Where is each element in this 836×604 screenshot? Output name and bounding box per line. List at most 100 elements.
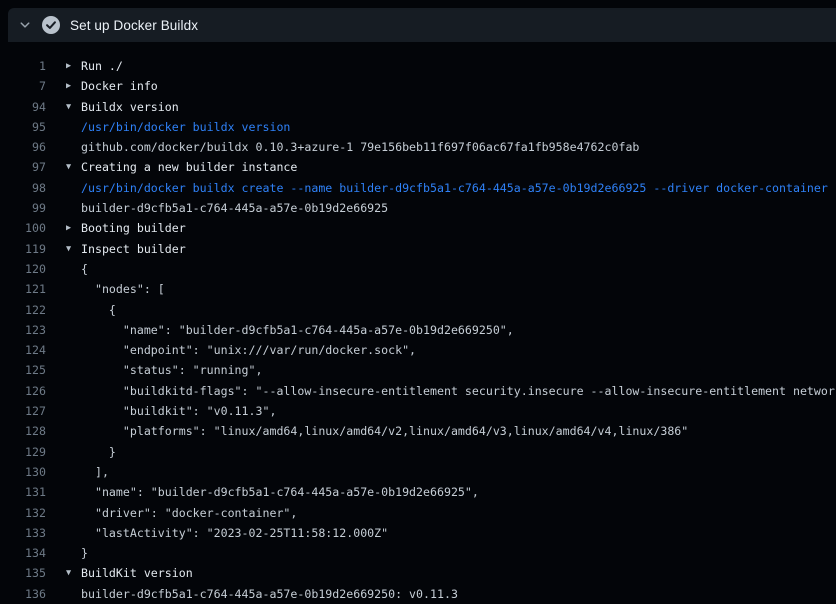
log-line-text: } (81, 543, 88, 563)
log-line[interactable]: 1 ▶ Run ./ (0, 56, 836, 76)
indent-spacer (66, 320, 81, 340)
indent-spacer (66, 482, 81, 502)
group-expanded-triangle-icon[interactable]: ▼ (66, 157, 81, 177)
log-line-text: "buildkitd-flags": "--allow-insecure-ent… (81, 381, 836, 401)
log-line: 98 /usr/bin/docker buildx create --name … (0, 178, 836, 198)
log-line-text: builder-d9cfb5a1-c764-445a-a57e-0b19d2e6… (81, 198, 388, 218)
step-header[interactable]: Set up Docker Buildx (8, 8, 836, 42)
log-line: 133 "lastActivity": "2023-02-25T11:58:12… (0, 523, 836, 543)
log-line: 127 "buildkit": "v0.11.3", (0, 401, 836, 421)
log-line-text: Buildx version (81, 97, 179, 117)
log-line[interactable]: 7 ▶ Docker info (0, 76, 836, 96)
log-line: 128 "platforms": "linux/amd64,linux/amd6… (0, 421, 836, 441)
line-number[interactable]: 94 (0, 97, 46, 117)
indent-spacer (66, 584, 81, 604)
line-number[interactable]: 98 (0, 178, 46, 198)
chevron-down-icon[interactable] (19, 19, 31, 31)
log-line-text: ], (81, 462, 109, 482)
indent-spacer (66, 300, 81, 320)
line-number[interactable]: 119 (0, 239, 46, 259)
log-line-text: { (81, 259, 88, 279)
log-line: 130 ], (0, 462, 836, 482)
line-number[interactable]: 100 (0, 218, 46, 238)
log-line-text: "name": "builder-d9cfb5a1-c764-445a-a57e… (81, 482, 479, 502)
line-number[interactable]: 126 (0, 381, 46, 401)
indent-spacer (66, 523, 81, 543)
group-expanded-triangle-icon[interactable]: ▼ (66, 239, 81, 259)
log-lines: 1 ▶ Run ./ 7 ▶ Docker info 94 ▼ Buildx v… (0, 42, 836, 604)
line-number[interactable]: 1 (0, 56, 46, 76)
log-line-text: /usr/bin/docker buildx version (81, 117, 290, 137)
line-number[interactable]: 96 (0, 137, 46, 157)
log-line: 124 "endpoint": "unix:///var/run/docker.… (0, 340, 836, 360)
log-line[interactable]: 94 ▼ Buildx version (0, 97, 836, 117)
log-line-text: "status": "running", (81, 360, 262, 380)
line-number[interactable]: 134 (0, 543, 46, 563)
indent-spacer (66, 198, 81, 218)
log-line[interactable]: 119 ▼ Inspect builder (0, 239, 836, 259)
indent-spacer (66, 279, 81, 299)
log-line: 134 } (0, 543, 836, 563)
log-line: 96 github.com/docker/buildx 0.10.3+azure… (0, 137, 836, 157)
log-line: 129 } (0, 442, 836, 462)
log-line: 136 builder-d9cfb5a1-c764-445a-a57e-0b19… (0, 584, 836, 604)
group-expanded-triangle-icon[interactable]: ▼ (66, 97, 81, 117)
line-number[interactable]: 131 (0, 482, 46, 502)
log-line-text: "buildkit": "v0.11.3", (81, 401, 276, 421)
step-title: Set up Docker Buildx (70, 18, 198, 33)
line-number[interactable]: 125 (0, 360, 46, 380)
line-number[interactable]: 7 (0, 76, 46, 96)
line-number[interactable]: 133 (0, 523, 46, 543)
log-line: 121 "nodes": [ (0, 279, 836, 299)
indent-spacer (66, 340, 81, 360)
line-number[interactable]: 122 (0, 300, 46, 320)
log-line: 122 { (0, 300, 836, 320)
log-line-text: Run ./ (81, 56, 123, 76)
indent-spacer (66, 462, 81, 482)
log-line-text: "platforms": "linux/amd64,linux/amd64/v2… (81, 421, 688, 441)
indent-spacer (66, 421, 81, 441)
log-line[interactable]: 97 ▼ Creating a new builder instance (0, 157, 836, 177)
log-line-text: BuildKit version (81, 563, 193, 583)
group-collapsed-triangle-icon[interactable]: ▶ (66, 56, 81, 76)
line-number[interactable]: 128 (0, 421, 46, 441)
line-number[interactable]: 121 (0, 279, 46, 299)
line-number[interactable]: 127 (0, 401, 46, 421)
group-collapsed-triangle-icon[interactable]: ▶ (66, 218, 81, 238)
group-collapsed-triangle-icon[interactable]: ▶ (66, 76, 81, 96)
log-line-text: "driver": "docker-container", (81, 503, 297, 523)
log-line[interactable]: 100 ▶ Booting builder (0, 218, 836, 238)
line-number[interactable]: 135 (0, 563, 46, 583)
line-number[interactable]: 95 (0, 117, 46, 137)
log-line-text: "endpoint": "unix:///var/run/docker.sock… (81, 340, 416, 360)
log-line: 125 "status": "running", (0, 360, 836, 380)
indent-spacer (66, 442, 81, 462)
line-number[interactable]: 130 (0, 462, 46, 482)
log-line[interactable]: 135 ▼ BuildKit version (0, 563, 836, 583)
log-line-text: /usr/bin/docker buildx create --name bui… (81, 178, 828, 198)
log-line-text: builder-d9cfb5a1-c764-445a-a57e-0b19d2e6… (81, 584, 458, 604)
line-number[interactable]: 99 (0, 198, 46, 218)
log-line: 132 "driver": "docker-container", (0, 503, 836, 523)
log-line-text: Creating a new builder instance (81, 157, 297, 177)
line-number[interactable]: 120 (0, 259, 46, 279)
indent-spacer (66, 401, 81, 421)
log-line-text: } (81, 442, 116, 462)
log-line: 131 "name": "builder-d9cfb5a1-c764-445a-… (0, 482, 836, 502)
log-line-text: "lastActivity": "2023-02-25T11:58:12.000… (81, 523, 388, 543)
line-number[interactable]: 129 (0, 442, 46, 462)
line-number[interactable]: 124 (0, 340, 46, 360)
line-number[interactable]: 97 (0, 157, 46, 177)
log-line: 99 builder-d9cfb5a1-c764-445a-a57e-0b19d… (0, 198, 836, 218)
log-line: 123 "name": "builder-d9cfb5a1-c764-445a-… (0, 320, 836, 340)
line-number[interactable]: 123 (0, 320, 46, 340)
indent-spacer (66, 360, 81, 380)
log-line-text: Inspect builder (81, 239, 186, 259)
line-number[interactable]: 132 (0, 503, 46, 523)
indent-spacer (66, 503, 81, 523)
log-line-text: { (81, 300, 116, 320)
log-line-text: "name": "builder-d9cfb5a1-c764-445a-a57e… (81, 320, 514, 340)
line-number[interactable]: 136 (0, 584, 46, 604)
group-expanded-triangle-icon[interactable]: ▼ (66, 563, 81, 583)
log-line-text: github.com/docker/buildx 0.10.3+azure-1 … (81, 137, 639, 157)
